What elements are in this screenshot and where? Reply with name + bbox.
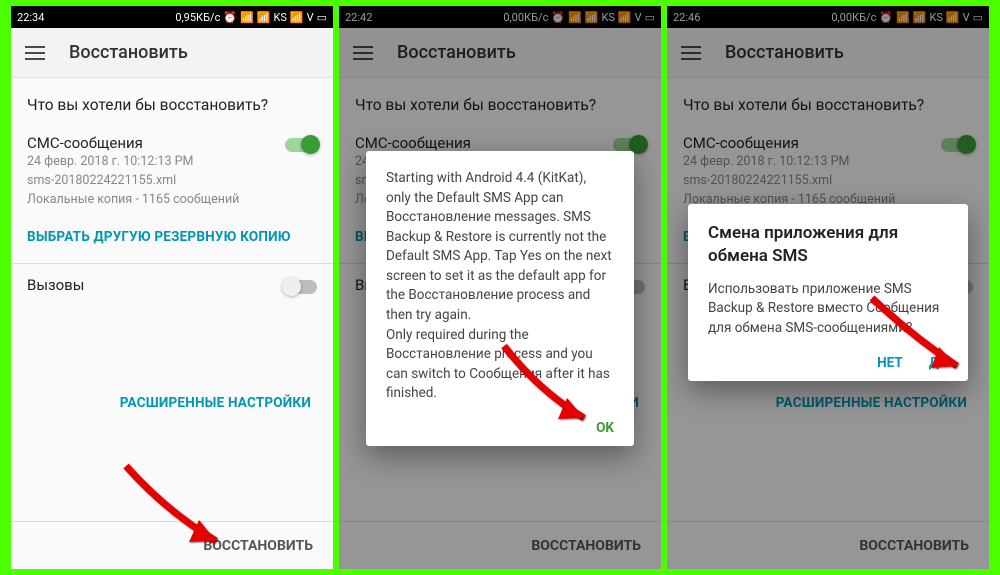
status-bar: 22:34 0,95КБ/с ⏰ 📶 📶 KS 📶 V ▭ (11, 6, 333, 28)
advanced-settings-link[interactable]: РАСШИРЕННЫЕ НАСТРОЙКИ (11, 385, 333, 425)
status-bar: 22:42 0,00КБ/с ⏰ 📶 📶 KS 📶 V ▭ (339, 6, 661, 28)
wifi-icon: 📶 (896, 11, 910, 24)
calls-title: Вызовы (27, 276, 285, 294)
page-title: Восстановить (397, 42, 516, 63)
no-button[interactable]: НЕТ (877, 355, 903, 371)
sms-title: СМС-сообщения (683, 134, 941, 152)
v-label: V (307, 11, 314, 24)
sms-file: sms-20180224221155.xml (683, 172, 941, 191)
status-data: 0,00КБ/с (831, 11, 876, 24)
screen-3: 22:46 0,00КБ/с ⏰ 📶 📶 KS 📶 V ▭ Восстанови… (667, 6, 989, 569)
restore-button[interactable]: ВОССТАНОВИТЬ (11, 521, 333, 569)
calls-toggle[interactable] (285, 280, 317, 294)
signal2-icon: 📶 (946, 11, 960, 24)
status-time: 22:34 (17, 11, 44, 24)
carrier-label: KS (929, 11, 942, 24)
sms-date: 24 февр. 2018 г. 10:12:13 PM (683, 153, 941, 172)
wifi-icon: 📶 (568, 11, 582, 24)
alarm-icon: ⏰ (223, 11, 237, 24)
page-title: Восстановить (725, 42, 844, 63)
calls-item: Вызовы (11, 274, 333, 305)
restore-button[interactable]: ВОССТАНОВИТЬ (339, 521, 661, 569)
signal-icon: 📶 (585, 11, 599, 24)
battery-icon: ▭ (317, 11, 327, 24)
alarm-icon: ⏰ (879, 11, 893, 24)
sms-toggle[interactable] (941, 138, 973, 152)
signal2-icon: 📶 (618, 11, 632, 24)
v-label: V (635, 11, 642, 24)
kitkat-dialog: Starting with Android 4.4 (KitKat), only… (366, 151, 634, 446)
question-text: Что вы хотели бы восстановить? (339, 78, 661, 132)
page-title: Восстановить (69, 42, 188, 63)
sms-title: СМС-сообщения (355, 134, 613, 152)
advanced-settings-link[interactable]: РАСШИРЕННЫЕ НАСТРОЙКИ (667, 385, 989, 425)
status-bar: 22:46 0,00КБ/с ⏰ 📶 📶 KS 📶 V ▭ (667, 6, 989, 28)
app-bar: Восстановить (11, 28, 333, 78)
screen-2: 22:42 0,00КБ/с ⏰ 📶 📶 KS 📶 V ▭ Восстанови… (339, 6, 661, 569)
dialog-body: Starting with Android 4.4 (KitKat), only… (386, 169, 614, 404)
alarm-icon: ⏰ (551, 11, 565, 24)
signal2-icon: 📶 (290, 11, 304, 24)
question-text: Что вы хотели бы восстановить? (11, 78, 333, 132)
battery-icon: ▭ (973, 11, 983, 24)
status-time: 22:42 (345, 11, 372, 24)
v-label: V (963, 11, 970, 24)
sms-file: sms-20180224221155.xml (27, 172, 285, 191)
app-bar: Восстановить (667, 28, 989, 78)
dialog-title: Смена приложения для обмена SMS (708, 222, 948, 268)
divider (11, 263, 333, 264)
menu-icon[interactable] (25, 46, 45, 60)
sms-local: Локальные копия - 1165 сообщений (27, 191, 285, 210)
menu-icon[interactable] (681, 46, 701, 60)
menu-icon[interactable] (353, 46, 373, 60)
battery-icon: ▭ (645, 11, 655, 24)
sms-date: 24 февр. 2018 г. 10:12:13 PM (27, 153, 285, 172)
sms-toggle[interactable] (613, 138, 645, 152)
carrier-label: KS (601, 11, 614, 24)
question-text: Что вы хотели бы восстановить? (667, 78, 989, 132)
sms-toggle[interactable] (285, 138, 317, 152)
status-data: 0,00КБ/с (503, 11, 548, 24)
screen-1: 22:34 0,95КБ/с ⏰ 📶 📶 KS 📶 V ▭ Восстанови… (11, 6, 333, 569)
yes-button[interactable]: ДА (929, 355, 948, 371)
status-data: 0,95КБ/с (175, 11, 220, 24)
sms-item: СМС-сообщения 24 февр. 2018 г. 10:12:13 … (11, 132, 333, 219)
status-time: 22:46 (673, 11, 700, 24)
dialog-body: Использовать приложение SMS Backup & Res… (708, 280, 948, 339)
restore-button[interactable]: ВОССТАНОВИТЬ (667, 521, 989, 569)
choose-backup-link[interactable]: ВЫБРАТЬ ДРУГУЮ РЕЗЕРВНУЮ КОПИЮ (11, 219, 333, 259)
sms-default-dialog: Смена приложения для обмена SMS Использо… (688, 204, 968, 381)
wifi-icon: 📶 (240, 11, 254, 24)
app-bar: Восстановить (339, 28, 661, 78)
ok-button[interactable]: OK (596, 420, 614, 436)
sms-title: СМС-сообщения (27, 134, 285, 152)
carrier-label: KS (273, 11, 286, 24)
signal-icon: 📶 (257, 11, 271, 24)
signal-icon: 📶 (913, 11, 927, 24)
